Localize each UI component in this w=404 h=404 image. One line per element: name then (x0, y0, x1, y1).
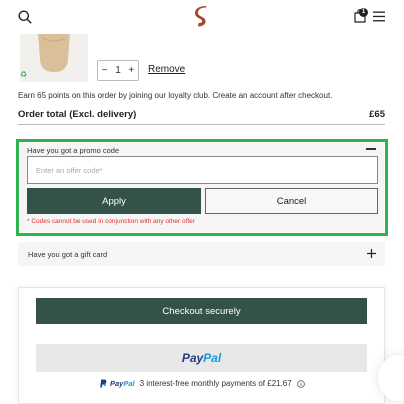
divider (18, 124, 385, 125)
info-icon[interactable] (296, 379, 305, 388)
promo-code-note: * Codes cannot be used in conjunction wi… (27, 218, 195, 225)
site-header: 1 (0, 0, 404, 34)
remove-item-link[interactable]: Remove (148, 64, 185, 75)
quantity-value: 1 (115, 65, 121, 76)
menu-icon[interactable] (373, 11, 385, 22)
loyalty-points-text: Earn 65 points on this order by joining … (18, 91, 333, 100)
paypal-logo-pal: Pal (203, 351, 222, 365)
minus-icon[interactable] (366, 148, 376, 150)
paypal-instalments-text: 3 interest-free monthly payments of £21.… (139, 379, 292, 388)
cancel-promo-button[interactable]: Cancel (205, 188, 378, 214)
search-icon[interactable] (18, 10, 32, 24)
paypal-logo-pay: Pay (181, 351, 204, 365)
recycle-icon: ♻ (20, 70, 28, 79)
gift-card-toggle[interactable]: Have you got a gift card (18, 242, 385, 266)
paypal-credit-pay: Pay (110, 379, 124, 388)
brand-logo[interactable] (195, 6, 209, 28)
promo-code-title: Have you got a promo code (27, 146, 120, 155)
order-total-label: Order total (Excl. delivery) (18, 109, 137, 120)
order-total-value: £65 (369, 109, 385, 120)
quantity-stepper[interactable]: − 1 + (97, 60, 139, 81)
bag-count-badge: 1 (359, 8, 368, 17)
paypal-p-icon (100, 379, 107, 388)
paypal-credit-pal: Pal (123, 379, 135, 388)
apply-promo-button[interactable]: Apply (27, 188, 201, 214)
paypal-button[interactable]: Pay Pal (36, 344, 367, 372)
checkout-securely-button[interactable]: Checkout securely (36, 298, 367, 324)
increment-button[interactable]: + (125, 61, 138, 80)
promo-code-input[interactable] (27, 156, 378, 184)
plus-icon[interactable] (367, 249, 376, 258)
paypal-credit-message: Pay Pal 3 interest-free monthly payments … (100, 379, 305, 388)
gift-card-label: Have you got a gift card (28, 250, 108, 259)
decrement-button[interactable]: − (98, 61, 111, 80)
handbag-product-image[interactable] (20, 34, 88, 82)
